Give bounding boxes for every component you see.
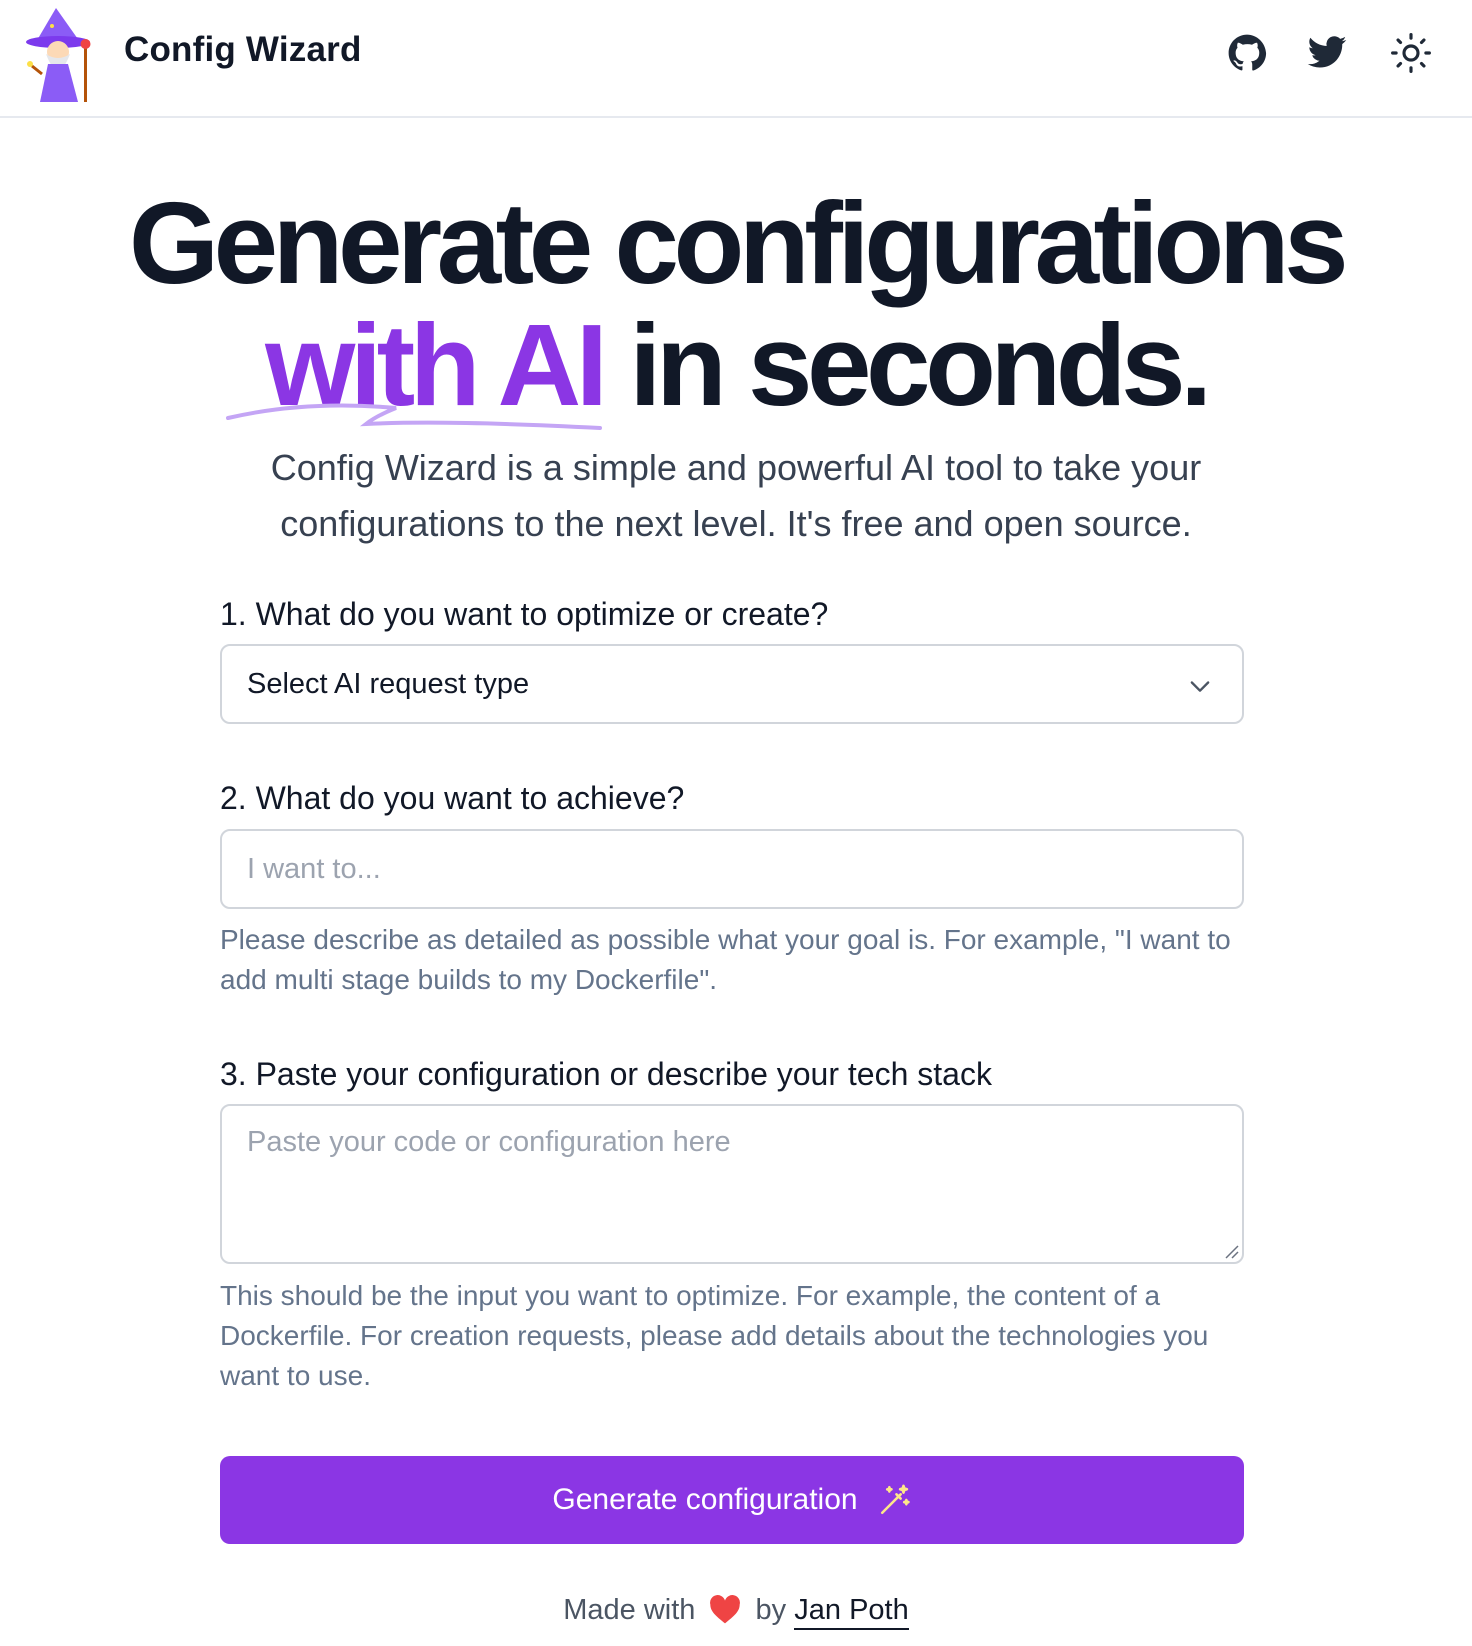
hero-title-line2: with AI in seconds. xyxy=(0,307,1472,423)
config-textarea[interactable] xyxy=(220,1104,1244,1264)
generate-button-label: Generate configuration xyxy=(552,1483,858,1516)
generate-configuration-button[interactable]: Generate configuration xyxy=(220,1456,1244,1544)
subtitle-line1: Config Wizard is a simple and powerful A… xyxy=(270,447,1202,488)
heart-icon xyxy=(710,1595,741,1624)
twitter-icon[interactable] xyxy=(1304,30,1350,76)
sun-icon[interactable] xyxy=(1388,30,1434,76)
top-navbar: Config Wizard xyxy=(0,0,1472,118)
magic-wand-icon xyxy=(880,1484,910,1515)
config-label: 3. Paste your configuration or describe … xyxy=(220,1056,992,1092)
goal-help-text: Please describe as detailed as possible … xyxy=(220,924,1231,995)
github-icon[interactable] xyxy=(1224,30,1270,76)
request-type-label: 1. What do you want to optimize or creat… xyxy=(220,596,829,632)
author-link[interactable]: Jan Poth xyxy=(794,1594,909,1630)
chevron-down-icon xyxy=(1190,681,1210,692)
hero-title: Generate configurations xyxy=(128,178,1349,308)
request-type-select[interactable]: Select AI request type xyxy=(220,644,1244,724)
request-type-value: Select AI request type xyxy=(247,667,530,700)
footer: Made with by Jan Poth xyxy=(0,1594,1472,1630)
brand-name[interactable]: Config Wizard xyxy=(124,30,362,70)
goal-label: 2. What do you want to achieve? xyxy=(220,780,685,816)
wizard-logo[interactable] xyxy=(22,6,98,104)
hero-rest: in seconds. xyxy=(629,300,1212,430)
accent-underline xyxy=(226,403,602,430)
goal-input[interactable] xyxy=(220,829,1244,909)
footer-prefix: Made with xyxy=(563,1594,696,1626)
hero-subtitle: Config Wizard is a simple and powerful A… xyxy=(200,440,1272,552)
subtitle-line2: configurations to the next level. It's f… xyxy=(280,503,1192,544)
footer-by: by xyxy=(755,1594,787,1626)
config-help-text: This should be the input you want to opt… xyxy=(220,1280,1209,1391)
resize-handle-icon[interactable] xyxy=(1222,1242,1240,1260)
